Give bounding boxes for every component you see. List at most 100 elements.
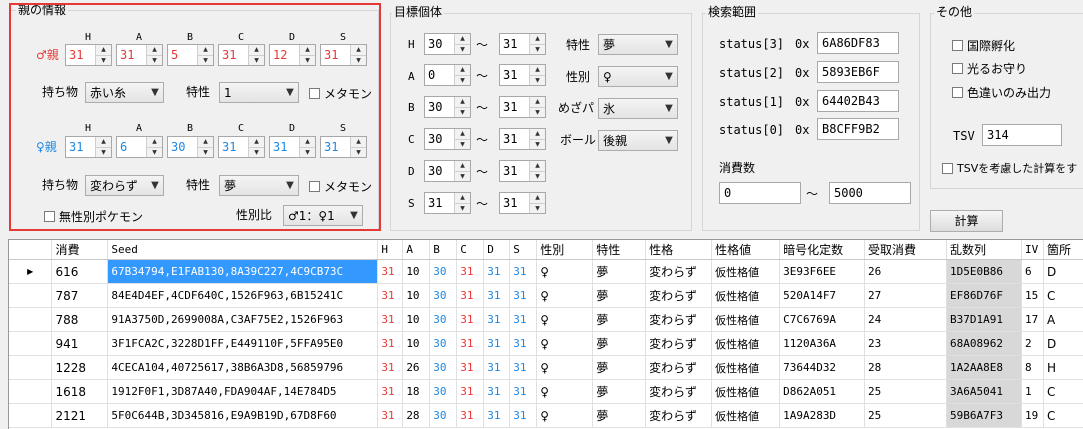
- table-cell[interactable]: 31: [377, 403, 404, 428]
- col-header[interactable]: 性別: [536, 240, 594, 260]
- table-cell[interactable]: 夢: [592, 379, 647, 404]
- table-cell[interactable]: 616: [51, 259, 109, 284]
- consume-max-input[interactable]: 5000: [829, 182, 911, 204]
- row-header[interactable]: [9, 283, 53, 308]
- col-header[interactable]: 乱数列: [946, 240, 1022, 260]
- row-header[interactable]: [9, 379, 53, 404]
- table-cell[interactable]: 1228: [51, 355, 109, 380]
- table-cell[interactable]: 17: [1021, 307, 1044, 332]
- checkbox-box[interactable]: [942, 162, 953, 174]
- table-cell[interactable]: C: [1043, 403, 1083, 428]
- table-cell[interactable]: 26: [864, 259, 947, 284]
- spin-buttons[interactable]: ▲ ▼: [454, 65, 470, 85]
- table-cell[interactable]: C7C6769A: [779, 307, 866, 332]
- table-cell[interactable]: 31: [456, 307, 485, 332]
- target-ability-select[interactable]: 夢 ▼: [598, 34, 678, 55]
- table-cell[interactable]: 仮性格値: [711, 307, 781, 332]
- table-cell[interactable]: 15: [1021, 283, 1044, 308]
- table-cell[interactable]: 1618: [51, 379, 109, 404]
- table-cell[interactable]: 26: [402, 355, 431, 380]
- table-cell[interactable]: 3E93F6EE: [779, 259, 866, 284]
- target-b-min[interactable]: 30 ▲ ▼: [424, 96, 471, 118]
- spin-buttons[interactable]: ▲ ▼: [197, 45, 213, 65]
- table-cell[interactable]: 27: [864, 283, 947, 308]
- male-iv-b[interactable]: 5 ▲ ▼: [167, 44, 214, 66]
- shiny-only-checkbox[interactable]: 色違いのみ出力: [952, 84, 1051, 101]
- table-cell[interactable]: 31: [456, 355, 485, 380]
- table-cell[interactable]: 25: [864, 403, 947, 428]
- col-header[interactable]: Seed: [107, 240, 379, 260]
- col-header[interactable]: C: [456, 240, 485, 260]
- table-cell[interactable]: 31: [483, 379, 511, 404]
- table-cell[interactable]: 仮性格値: [711, 355, 781, 380]
- female-iv-c[interactable]: 31 ▲ ▼: [218, 136, 265, 158]
- table-cell[interactable]: A: [1043, 307, 1083, 332]
- table-cell[interactable]: 31: [483, 403, 511, 428]
- male-iv-h[interactable]: 31 ▲ ▼: [65, 44, 112, 66]
- table-cell[interactable]: 変わらず: [645, 331, 713, 356]
- target-s-min[interactable]: 31 ▲ ▼: [424, 192, 471, 214]
- table-row[interactable]: 1618 1912F0F1,3D87A40,FDA904AF,14E784D5 31…: [9, 379, 1083, 404]
- table-row[interactable]: 787 84E4D4EF,4CDF640C,1526F963,6B15241C 31…: [9, 283, 1083, 308]
- target-c-min[interactable]: 30 ▲ ▼: [424, 128, 471, 150]
- col-header[interactable]: 暗号化定数: [779, 240, 866, 260]
- checkbox-box[interactable]: [952, 87, 963, 98]
- row-header[interactable]: [9, 355, 53, 380]
- female-ability-select[interactable]: 夢 ▼: [219, 175, 299, 196]
- table-cell[interactable]: 30: [429, 403, 458, 428]
- female-iv-s[interactable]: 31 ▲ ▼: [320, 136, 367, 158]
- table-cell[interactable]: 31: [483, 307, 511, 332]
- male-iv-a[interactable]: 31 ▲ ▼: [116, 44, 163, 66]
- table-cell[interactable]: 91A3750D,2699008A,C3AF75E2,1526F963: [107, 307, 379, 332]
- table-cell[interactable]: 31: [509, 403, 538, 428]
- female-iv-a[interactable]: 6 ▲ ▼: [116, 136, 163, 158]
- table-cell[interactable]: 夢: [592, 259, 647, 284]
- table-cell[interactable]: H: [1043, 355, 1083, 380]
- table-cell[interactable]: 変わらず: [645, 379, 713, 404]
- status0-input[interactable]: B8CFF9B2: [817, 118, 899, 140]
- table-cell[interactable]: 仮性格値: [711, 283, 781, 308]
- table-cell[interactable]: 8: [1021, 355, 1044, 380]
- table-cell[interactable]: 6: [1021, 259, 1044, 284]
- male-iv-c[interactable]: 31 ▲ ▼: [218, 44, 265, 66]
- col-header[interactable]: 性格: [645, 240, 713, 260]
- target-c-max[interactable]: 31 ▲ ▼: [499, 128, 546, 150]
- female-item-select[interactable]: 変わらず ▼: [85, 175, 164, 196]
- table-cell[interactable]: 夢: [592, 283, 647, 308]
- table-cell[interactable]: 4CECA104,40725617,38B6A3D8,56859796: [107, 355, 379, 380]
- checkbox-box[interactable]: [309, 181, 320, 192]
- spin-buttons[interactable]: ▲ ▼: [248, 45, 264, 65]
- table-cell[interactable]: 788: [51, 307, 109, 332]
- spin-buttons[interactable]: ▲ ▼: [248, 137, 264, 157]
- female-ditto-checkbox[interactable]: メタモン: [309, 178, 372, 195]
- spin-buttons[interactable]: ▲ ▼: [350, 137, 366, 157]
- row-header[interactable]: [9, 403, 53, 428]
- col-header[interactable]: 特性: [592, 240, 647, 260]
- table-cell[interactable]: 31: [377, 307, 404, 332]
- table-cell[interactable]: D: [1043, 331, 1083, 356]
- table-cell[interactable]: 30: [429, 331, 458, 356]
- table-cell[interactable]: C: [1043, 379, 1083, 404]
- tsv-calc-checkbox[interactable]: TSVを考慮した計算をす: [942, 160, 1077, 176]
- female-iv-h[interactable]: 31 ▲ ▼: [65, 136, 112, 158]
- table-cell[interactable]: 仮性格値: [711, 259, 781, 284]
- table-cell[interactable]: 25: [864, 379, 947, 404]
- table-cell[interactable]: ♀: [536, 307, 594, 332]
- table-cell[interactable]: ♀: [536, 355, 594, 380]
- spin-buttons[interactable]: ▲ ▼: [529, 65, 545, 85]
- table-cell[interactable]: 31: [483, 259, 511, 284]
- row-header[interactable]: [9, 331, 53, 356]
- table-cell[interactable]: 30: [429, 379, 458, 404]
- female-iv-b[interactable]: 30 ▲ ▼: [167, 136, 214, 158]
- spin-buttons[interactable]: ▲ ▼: [299, 45, 315, 65]
- consume-min-input[interactable]: 0: [719, 182, 801, 204]
- target-s-max[interactable]: 31 ▲ ▼: [499, 192, 546, 214]
- gender-ratio-select[interactable]: ♂1：♀1 ▼: [283, 205, 363, 226]
- table-cell[interactable]: 変わらず: [645, 403, 713, 428]
- target-h-min[interactable]: 30 ▲ ▼: [424, 33, 471, 55]
- target-ball-select[interactable]: 後親 ▼: [598, 130, 678, 151]
- spin-buttons[interactable]: ▲ ▼: [299, 137, 315, 157]
- spin-buttons[interactable]: ▲ ▼: [529, 97, 545, 117]
- table-cell[interactable]: 30: [429, 355, 458, 380]
- table-cell[interactable]: 10: [402, 259, 431, 284]
